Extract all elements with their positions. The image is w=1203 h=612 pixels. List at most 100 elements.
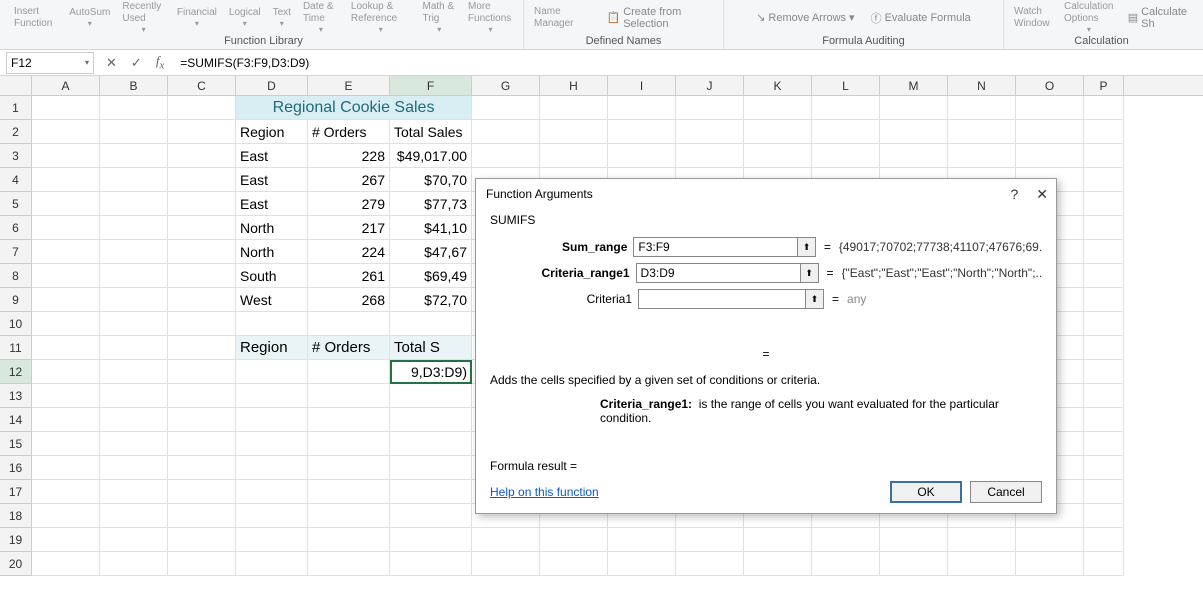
calculate-sheet-button[interactable]: ▤ Calculate Sh [1122, 4, 1193, 32]
cell[interactable] [236, 432, 308, 456]
close-icon[interactable]: ✕ [1036, 186, 1048, 203]
cell[interactable] [1084, 216, 1124, 240]
cell[interactable] [32, 144, 100, 168]
cell[interactable]: $77,73 [390, 192, 472, 216]
cell[interactable] [32, 120, 100, 144]
datetime-button[interactable]: Date & Time▾ [299, 1, 343, 35]
fx-icon[interactable]: fx [156, 53, 164, 72]
cell[interactable] [32, 480, 100, 504]
cell[interactable] [1016, 528, 1084, 552]
cell[interactable] [948, 120, 1016, 144]
row-header[interactable]: 5 [0, 192, 32, 216]
cell[interactable] [100, 360, 168, 384]
cell[interactable] [540, 144, 608, 168]
criteria-range1-input[interactable] [636, 263, 801, 283]
col-header[interactable]: P [1084, 76, 1124, 95]
cell[interactable] [32, 504, 100, 528]
row-header[interactable]: 2 [0, 120, 32, 144]
cell[interactable] [100, 432, 168, 456]
cell[interactable] [32, 288, 100, 312]
cell[interactable] [100, 384, 168, 408]
cell[interactable] [236, 480, 308, 504]
col-header[interactable]: L [812, 76, 880, 95]
row-header[interactable]: 16 [0, 456, 32, 480]
cell[interactable] [1084, 264, 1124, 288]
cell[interactable] [168, 432, 236, 456]
cell[interactable] [236, 408, 308, 432]
row-header[interactable]: 4 [0, 168, 32, 192]
formula-input[interactable]: =SUMIFS(F3:F9,D3:D9) [174, 56, 1203, 70]
row-header[interactable]: 20 [0, 552, 32, 576]
cell[interactable] [1084, 120, 1124, 144]
cell[interactable] [100, 456, 168, 480]
dialog-titlebar[interactable]: Function Arguments ? ✕ [476, 179, 1056, 209]
watch-window-button[interactable]: Watch Window [1010, 6, 1056, 30]
row-header[interactable]: 19 [0, 528, 32, 552]
cell[interactable] [100, 312, 168, 336]
cell[interactable] [390, 456, 472, 480]
row-header[interactable]: 14 [0, 408, 32, 432]
cell[interactable] [880, 552, 948, 576]
cell[interactable] [100, 408, 168, 432]
cell[interactable] [168, 552, 236, 576]
cell[interactable]: 279 [308, 192, 390, 216]
cell[interactable] [1016, 120, 1084, 144]
cell[interactable]: $69,49 [390, 264, 472, 288]
cell[interactable] [168, 456, 236, 480]
cell[interactable] [812, 120, 880, 144]
cell[interactable] [100, 168, 168, 192]
cell[interactable] [168, 480, 236, 504]
cell[interactable] [948, 528, 1016, 552]
cell[interactable] [1084, 312, 1124, 336]
cell[interactable] [168, 240, 236, 264]
cell[interactable] [236, 456, 308, 480]
cell[interactable] [1016, 96, 1084, 120]
cell[interactable] [540, 552, 608, 576]
cell[interactable]: 228 [308, 144, 390, 168]
col-header[interactable]: B [100, 76, 168, 95]
cell[interactable] [308, 528, 390, 552]
cell[interactable] [676, 96, 744, 120]
cell[interactable] [308, 360, 390, 384]
ok-button[interactable]: OK [890, 481, 962, 503]
cell[interactable] [100, 96, 168, 120]
cell[interactable] [608, 96, 676, 120]
col-header[interactable]: A [32, 76, 100, 95]
cell[interactable] [390, 528, 472, 552]
cell[interactable] [472, 96, 540, 120]
cell[interactable] [1084, 480, 1124, 504]
name-manager-button[interactable]: Name Manager [530, 6, 597, 30]
cell[interactable] [1084, 168, 1124, 192]
lookup-button[interactable]: Lookup & Reference▾ [347, 1, 415, 35]
cell[interactable] [608, 120, 676, 144]
cell[interactable] [880, 528, 948, 552]
cell[interactable]: North [236, 240, 308, 264]
cell[interactable] [472, 528, 540, 552]
cell[interactable] [744, 528, 812, 552]
cell[interactable] [236, 552, 308, 576]
row-header[interactable]: 9 [0, 288, 32, 312]
cell[interactable] [676, 528, 744, 552]
cell[interactable]: East [236, 192, 308, 216]
cell[interactable] [100, 336, 168, 360]
logical-button[interactable]: Logical▾ [225, 7, 265, 29]
cell[interactable]: Regional Cookie Sales [236, 96, 472, 120]
collapse-dialog-icon[interactable]: ⬆ [801, 263, 819, 283]
cell[interactable] [390, 504, 472, 528]
cell[interactable] [100, 264, 168, 288]
col-header[interactable]: N [948, 76, 1016, 95]
cell[interactable]: 9,D3:D9) [390, 360, 472, 384]
cell[interactable] [812, 528, 880, 552]
cell[interactable] [608, 528, 676, 552]
cell[interactable] [608, 144, 676, 168]
row-header[interactable]: 13 [0, 384, 32, 408]
cell[interactable]: Total S [390, 336, 472, 360]
cell[interactable] [308, 384, 390, 408]
cell[interactable]: South [236, 264, 308, 288]
row-header[interactable]: 1 [0, 96, 32, 120]
name-box[interactable]: F12 ▾ [6, 52, 94, 74]
cell[interactable] [812, 144, 880, 168]
cell[interactable] [32, 312, 100, 336]
cell[interactable] [390, 552, 472, 576]
cell[interactable] [168, 336, 236, 360]
